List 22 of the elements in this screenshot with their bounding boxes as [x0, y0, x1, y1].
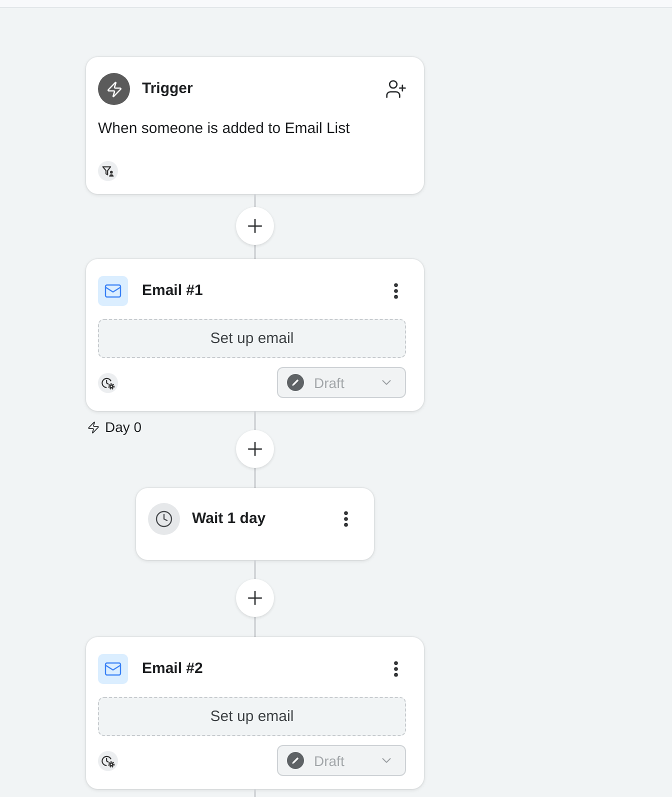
trigger-description: When someone is added to Email List — [98, 119, 351, 139]
pencil-icon — [287, 374, 304, 391]
step-title: Wait 1 day — [192, 509, 267, 529]
add-step-button[interactable] — [236, 207, 274, 245]
add-person-icon[interactable] — [385, 78, 407, 100]
lightning-icon — [98, 73, 130, 105]
step-title: Trigger — [142, 79, 194, 99]
clock-icon — [148, 503, 180, 535]
clock-settings-icon[interactable] — [98, 750, 118, 770]
pencil-icon — [287, 752, 304, 769]
setup-email-button[interactable]: Set up email — [98, 697, 406, 736]
mail-icon — [98, 654, 128, 684]
step-title: Email #2 — [142, 659, 204, 679]
lightning-icon — [87, 420, 100, 434]
filter-user-icon[interactable] — [98, 161, 118, 181]
step-title: Email #1 — [142, 281, 204, 301]
clock-settings-icon[interactable] — [98, 372, 118, 392]
add-step-button[interactable] — [236, 430, 274, 468]
setup-email-button[interactable]: Set up email — [98, 319, 406, 358]
add-step-button[interactable] — [236, 579, 274, 617]
mail-icon — [98, 276, 128, 306]
day-label: Day 0 — [105, 418, 142, 436]
